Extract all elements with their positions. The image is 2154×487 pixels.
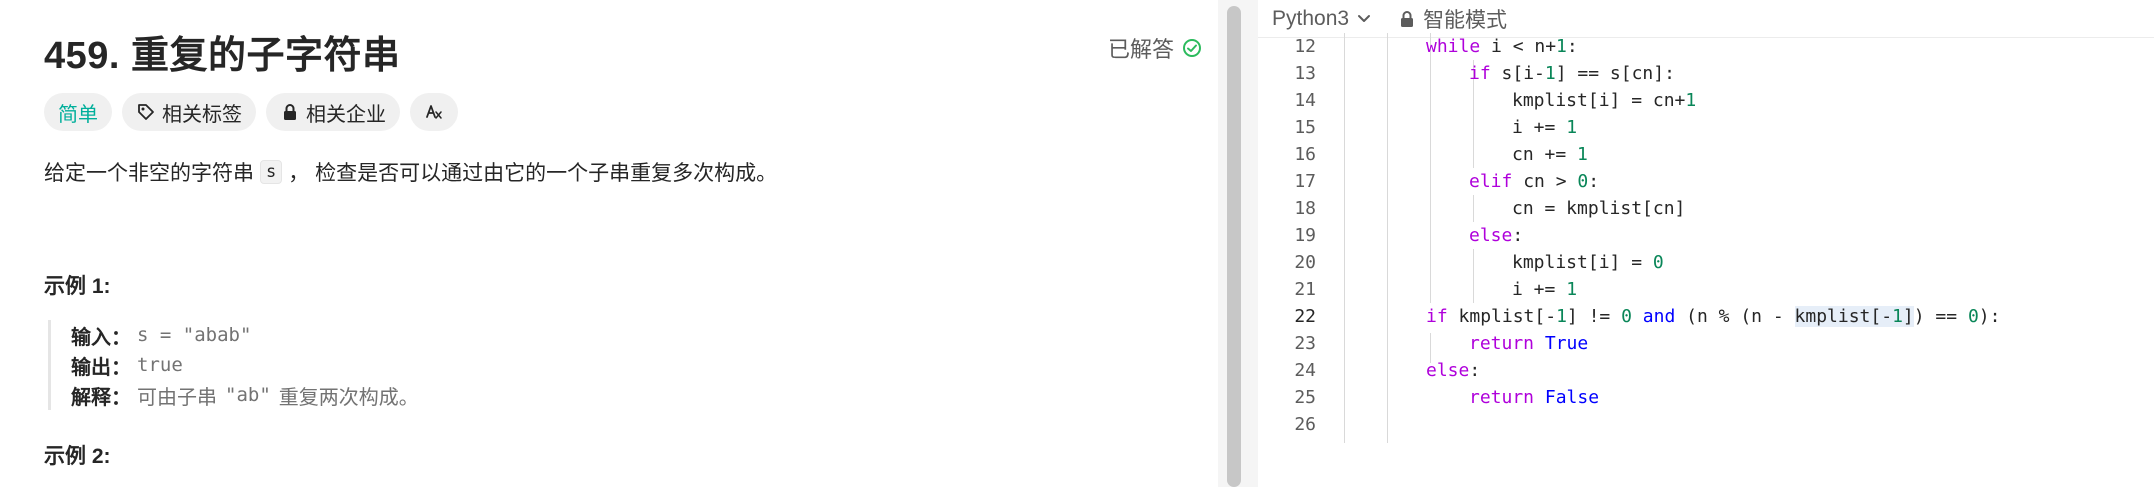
line-number: 22 [1294, 306, 1316, 327]
line-number: 20 [1294, 252, 1316, 273]
problem-panel: 459. 重复的子字符串 已解答 简单 相关标签 相关企业 给定一个非空的字符串… [0, 0, 1218, 487]
line-number: 16 [1294, 144, 1316, 165]
line-number: 26 [1294, 414, 1316, 435]
line-number: 25 [1294, 387, 1316, 408]
translate-button[interactable] [410, 93, 458, 131]
lock-icon [284, 104, 296, 120]
explain-text-1: 可由子串 [137, 386, 217, 409]
description-text-1: 给定一个非空的字符串 [44, 162, 254, 185]
code-text: i += 1 [1512, 117, 1578, 138]
output-label: 输出： [71, 356, 131, 379]
code-line: 24 else: [1258, 357, 2154, 384]
line-number: 12 [1294, 36, 1316, 57]
explain-label: 解释： [71, 386, 131, 409]
code-text: elif cn > 0: [1469, 171, 1600, 192]
example-2-title: 示例 2: [44, 445, 111, 468]
lock-icon [1401, 10, 1414, 27]
code-line: 26 [1258, 411, 2154, 438]
example-input-line: 输入： s = "abab" [71, 320, 419, 350]
code-text: else: [1426, 360, 1481, 381]
line-number: 21 [1294, 279, 1316, 300]
line-number: 23 [1294, 333, 1316, 354]
code-line: 17 elif cn > 0: [1258, 168, 2154, 195]
code-line: 16 cn += 1 [1258, 141, 2154, 168]
tag-row: 简单 相关标签 相关企业 [44, 93, 458, 131]
description-code: s [260, 160, 283, 184]
description-text-2: ， 检查是否可以通过由它的一个子串重复多次构成。 [288, 162, 778, 185]
line-number: 19 [1294, 225, 1316, 246]
input-label: 输入： [71, 326, 131, 349]
tag-icon [138, 104, 154, 120]
line-number: 14 [1294, 90, 1316, 111]
language-select[interactable]: Python3 [1272, 7, 1371, 31]
translate-icon [426, 105, 442, 119]
code-line: 13 if s[i-1] == s[cn]: [1258, 60, 2154, 87]
line-number: 17 [1294, 171, 1316, 192]
example-1-title: 示例 1: [44, 275, 111, 298]
explain-code: "ab" [225, 384, 271, 406]
code-line: 23 return True [1258, 330, 2154, 357]
smart-mode-toggle[interactable]: 智能模式 [1399, 4, 1507, 34]
line-number: 24 [1294, 360, 1316, 381]
related-companies-label: 相关企业 [306, 103, 386, 126]
code-line: 22 if kmplist[-1] != 0 and (n % (n - kmp… [1258, 303, 2154, 330]
code-text: cn = kmplist[cn] [1512, 198, 1686, 219]
code-text: else: [1469, 225, 1524, 246]
code-line: 14 kmplist[i] = cn+1 [1258, 87, 2154, 114]
code-line: 12 while i < n+1: [1258, 33, 2154, 60]
code-area[interactable]: 12 while i < n+1: 13 if s[i-1] == s[cn]:… [1258, 33, 2154, 443]
code-line: 20 kmplist[i] = 0 [1258, 249, 2154, 276]
problem-description: 给定一个非空的字符串 s ， 检查是否可以通过由它的一个子串重复多次构成。 [44, 157, 777, 187]
language-label: Python3 [1272, 6, 1350, 30]
code-text: cn += 1 [1512, 144, 1588, 165]
code-editor-panel: Python3 智能模式 12 while i < n+1: 13 if s[i… [1258, 0, 2154, 487]
solved-status: 已解答 [1108, 32, 1202, 64]
code-text: return False [1469, 387, 1600, 408]
code-text: i += 1 [1512, 279, 1578, 300]
example-explain-line: 解释： 可由子串 "ab" 重复两次构成。 [71, 380, 419, 410]
mode-label: 智能模式 [1423, 8, 1508, 32]
difficulty-tag[interactable]: 简单 [44, 93, 112, 131]
code-text: kmplist[i] = cn+1 [1512, 90, 1697, 111]
code-line: 18 cn = kmplist[cn] [1258, 195, 2154, 222]
code-text: if kmplist[-1] != 0 and (n % (n - kmplis… [1426, 306, 2001, 327]
input-value: s = "abab" [137, 324, 252, 346]
code-text: kmplist[i] = 0 [1512, 252, 1664, 273]
check-circle-icon [1183, 39, 1202, 57]
related-tags-label: 相关标签 [162, 103, 242, 126]
related-companies-button[interactable]: 相关企业 [266, 93, 400, 131]
line-number: 18 [1294, 198, 1316, 219]
scrollbar-thumb[interactable] [1227, 6, 1241, 487]
code-text: if s[i-1] == s[cn]: [1469, 63, 1675, 84]
code-line: 25 return False [1258, 384, 2154, 411]
solved-label: 已解答 [1108, 37, 1175, 62]
example-output-line: 输出： true [71, 350, 419, 380]
explain-text-2: 重复两次构成。 [278, 386, 419, 409]
code-text: while i < n+1: [1426, 36, 1578, 57]
code-line: 15 i += 1 [1258, 114, 2154, 141]
difficulty-label: 简单 [58, 103, 98, 126]
line-number: 15 [1294, 117, 1316, 138]
code-text: return True [1469, 333, 1589, 354]
code-line: 21 i += 1 [1258, 276, 2154, 303]
example-1-block: 输入： s = "abab" 输出： true 解释： 可由子串 "ab" 重复… [48, 320, 419, 410]
code-line: 19 else: [1258, 222, 2154, 249]
related-tags-button[interactable]: 相关标签 [122, 93, 256, 131]
line-number: 13 [1294, 63, 1316, 84]
output-value: true [137, 354, 183, 376]
problem-title: 459. 重复的子字符串 [44, 35, 401, 77]
chevron-down-icon [1358, 14, 1371, 22]
